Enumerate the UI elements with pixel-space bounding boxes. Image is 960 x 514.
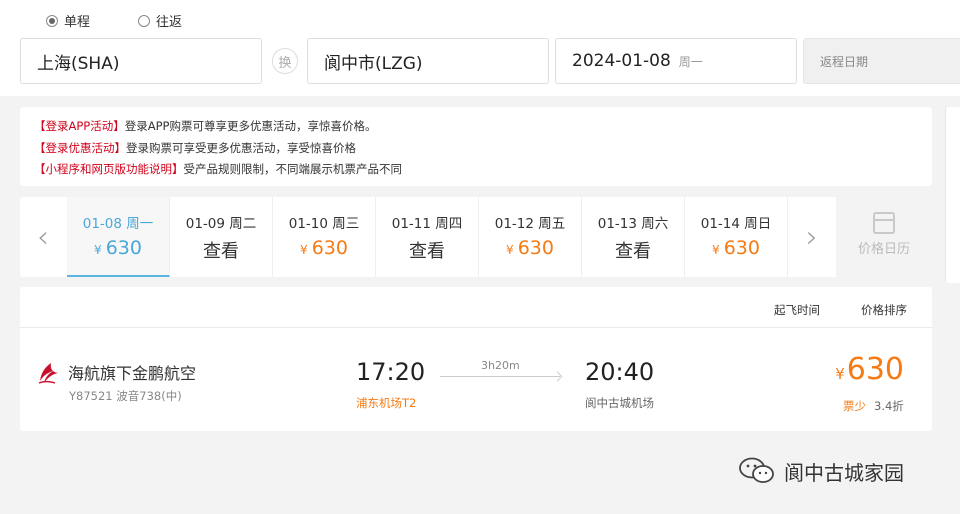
notice-line: 【登录优惠活动】登录购票可享受更多优惠活动，享受惊喜价格 (34, 138, 918, 160)
notice-box: 【登录APP活动】登录APP购票可尊享更多优惠活动，享惊喜价格。 【登录优惠活动… (20, 107, 932, 186)
price-value: 630 (105, 237, 142, 259)
radio-checked-icon (46, 14, 58, 27)
side-panel (945, 107, 960, 283)
date-strip: ‹ 01-08 周一 ¥630 01-09 周二 查看 01-10 周三 ¥63… (20, 197, 932, 277)
flight-row[interactable]: 海航旗下金鹏航空 Y87521 波音738(中) 17:20 浦东机场T2 3h… (20, 328, 932, 431)
sort-bar: 起飞时间 价格排序 (20, 287, 932, 328)
price-calendar-label: 价格日历 (857, 242, 910, 257)
notice-text: 登录APP购票可尊享更多优惠活动，享惊喜价格。 (124, 119, 377, 133)
prev-dates-button[interactable]: ‹ (20, 197, 66, 277)
return-date-field[interactable]: 返程日期 (803, 38, 960, 84)
round-trip-radio[interactable]: 往返 (138, 11, 182, 30)
chevron-left-icon: ‹ (37, 219, 49, 255)
departure-time: 17:20 (356, 358, 426, 386)
date-tab-label: 01-10 周三 (288, 216, 360, 232)
currency-symbol: ¥ (712, 243, 720, 257)
duration-arrow-icon (440, 376, 560, 377)
notice-tag[interactable]: 【登录优惠活动】 (34, 141, 126, 155)
wechat-icon (739, 457, 774, 483)
date-tab-view: 查看 (615, 241, 651, 262)
one-way-radio[interactable]: 单程 (46, 11, 90, 30)
price-value: 630 (846, 352, 904, 387)
date-tab-label: 01-12 周五 (494, 216, 566, 232)
date-tab-label: 01-11 周四 (391, 216, 463, 232)
date-tab-view: 查看 (203, 241, 239, 262)
currency-symbol: ¥ (835, 365, 845, 383)
price-value: 630 (723, 237, 760, 259)
date-tab-0113[interactable]: 01-13 周六 查看 (582, 197, 685, 277)
date-tab-0110[interactable]: 01-10 周三 ¥630 (273, 197, 376, 277)
date-tab-0111[interactable]: 01-11 周四 查看 (376, 197, 479, 277)
calendar-icon (873, 212, 895, 234)
currency-symbol: ¥ (506, 243, 514, 257)
watermark-text: 阆中古城家园 (784, 460, 904, 485)
sort-departure-time[interactable]: 起飞时间 (774, 302, 820, 318)
notice-tag[interactable]: 【登录APP活动】 (34, 119, 125, 133)
seat-availability: 票少 (843, 399, 866, 413)
date-tab-label: 01-09 周二 (185, 216, 257, 232)
radio-unchecked-icon (138, 14, 150, 27)
wechat-watermark: 阆中古城家园 (738, 456, 904, 486)
search-panel: 单程 往返 上海(SHA) 换 阆中市(LZG) 2024-01-08 周一 返… (0, 0, 960, 96)
notice-tag[interactable]: 【小程序和网页版功能说明】 (34, 162, 184, 176)
currency-symbol: ¥ (300, 243, 308, 257)
arrival-time: 20:40 (585, 358, 655, 386)
flight-price[interactable]: ¥630 (835, 352, 904, 387)
date-tab-price: ¥630 (273, 237, 375, 259)
price-value: 630 (517, 237, 554, 259)
date-tab-price: ¥630 (685, 237, 787, 259)
depart-weekday: 周一 (678, 54, 703, 69)
to-city-field[interactable]: 阆中市(LZG) (307, 38, 549, 84)
date-tab-label: 01-08 周一 (82, 216, 154, 232)
currency-symbol: ¥ (94, 243, 102, 257)
airline-logo-icon (38, 363, 58, 384)
date-tab-0109[interactable]: 01-09 周二 查看 (170, 197, 273, 277)
date-tab-price: ¥630 (67, 237, 169, 259)
chevron-right-icon: › (806, 219, 818, 255)
from-city-field[interactable]: 上海(SHA) (20, 38, 262, 84)
depart-date-value: 2024-01-08 (572, 51, 671, 71)
notice-line: 【登录APP活动】登录APP购票可尊享更多优惠活动，享惊喜价格。 (34, 116, 918, 138)
round-trip-label: 往返 (156, 15, 183, 30)
sort-price[interactable]: 价格排序 (861, 302, 907, 318)
departure-airport: 浦东机场T2 (356, 396, 417, 410)
price-value: 630 (311, 237, 348, 259)
one-way-label: 单程 (64, 15, 91, 30)
date-tab-label: 01-14 周日 (700, 216, 772, 232)
swap-cities-button[interactable]: 换 (272, 48, 298, 74)
date-tab-0108[interactable]: 01-08 周一 ¥630 (67, 197, 170, 277)
discount-badge: 3.4折 (874, 399, 904, 413)
flight-number: Y87521 波音738(中) (69, 389, 182, 403)
arrival-airport: 阆中古城机场 (585, 396, 654, 410)
notice-line: 【小程序和网页版功能说明】受产品规则限制，不同端展示机票产品不同 (34, 159, 918, 181)
date-tab-view: 查看 (409, 241, 445, 262)
date-tab-0114[interactable]: 01-14 周日 ¥630 (685, 197, 788, 277)
airline-name: 海航旗下金鹏航空 (68, 364, 197, 383)
price-calendar-button[interactable]: 价格日历 (836, 197, 932, 277)
from-city-value: 上海(SHA) (37, 53, 120, 74)
date-tab-0112[interactable]: 01-12 周五 ¥630 (479, 197, 582, 277)
notice-text: 受产品规则限制，不同端展示机票产品不同 (183, 162, 403, 176)
return-date-placeholder: 返程日期 (820, 54, 869, 69)
next-dates-button[interactable]: › (789, 197, 835, 277)
date-tab-price: ¥630 (479, 237, 581, 259)
to-city-value: 阆中市(LZG) (324, 53, 423, 74)
notice-text: 登录购票可享受更多优惠活动，享受惊喜价格 (126, 140, 356, 155)
depart-date-field[interactable]: 2024-01-08 周一 (555, 38, 797, 84)
flight-duration: 3h20m (481, 359, 520, 372)
flight-results: 起飞时间 价格排序 海航旗下金鹏航空 Y87521 波音738(中) 17:20… (20, 287, 932, 431)
date-tab-label: 01-13 周六 (597, 216, 669, 232)
